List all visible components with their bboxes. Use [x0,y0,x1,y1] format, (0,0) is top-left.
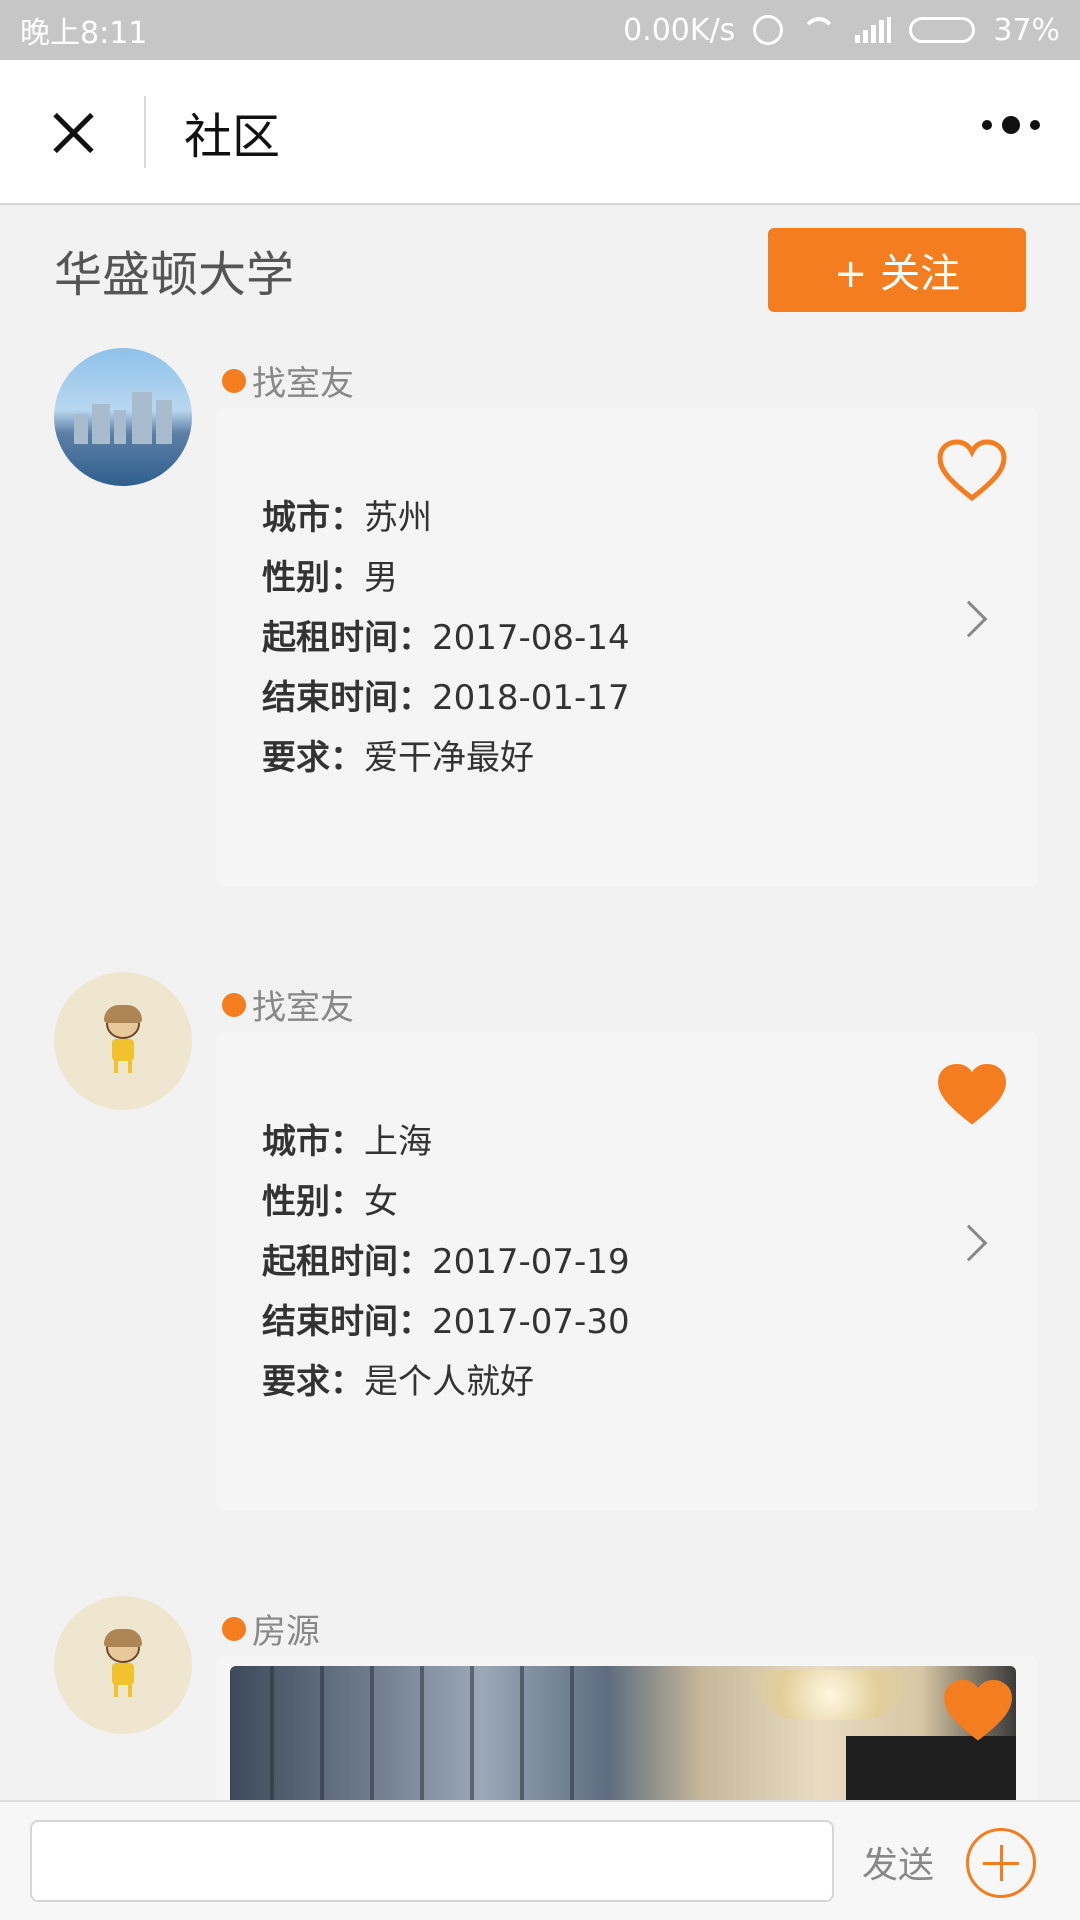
page-title: 社区 [184,108,281,165]
field-value: 爱干净最好 [364,738,534,778]
chevron-right-icon[interactable] [950,1224,988,1262]
tag-dot-icon [222,992,246,1017]
message-input[interactable] [30,1820,834,1902]
field-label: 性别： [262,1182,364,1222]
chandelier-shape [750,1670,910,1720]
post-fields: 城市：苏州 性别：男 起租时间：2017-08-14 结束时间：2018-01-… [262,488,630,788]
cartoon-avatar-icon [100,1005,146,1073]
avatar[interactable] [54,348,192,486]
field-row: 起租时间：2017-07-19 [262,1232,630,1292]
field-row: 起租时间：2017-08-14 [262,608,630,668]
heart-filled-icon[interactable] [942,1678,1014,1742]
post-card[interactable]: 城市：苏州 性别：男 起租时间：2017-08-14 结束时间：2018-01-… [216,408,1038,886]
field-value: 2017-07-19 [432,1242,630,1282]
heart-filled-icon[interactable] [936,1062,1008,1126]
avatar[interactable] [54,1596,192,1734]
post-fields: 城市：上海 性别：女 起租时间：2017-07-19 结束时间：2017-07-… [262,1112,630,1412]
input-bar: 发送 [0,1800,1080,1920]
send-button[interactable]: 发送 [862,1836,934,1888]
chevron-right-icon[interactable] [950,600,988,638]
post-tag-label: 找室友 [252,988,354,1028]
field-label: 城市： [262,498,364,538]
field-row: 城市：上海 [262,1112,630,1172]
post-tag-label: 找室友 [252,364,354,404]
field-value: 女 [364,1182,398,1222]
battery-icon [909,17,976,43]
close-icon[interactable] [38,97,108,167]
field-label: 结束时间： [262,678,432,718]
post-tag: 房源 [222,1604,320,1653]
field-value: 上海 [364,1122,432,1162]
field-row: 结束时间：2017-07-30 [262,1292,630,1352]
wifi-icon [801,17,838,43]
field-value: 2017-07-30 [432,1302,630,1342]
field-value: 2017-08-14 [432,618,630,658]
post-tag: 找室友 [222,356,354,405]
follow-button[interactable]: + 关注 [768,228,1026,312]
field-label: 结束时间： [262,1302,432,1342]
field-value: 是个人就好 [364,1362,534,1402]
field-row: 要求：是个人就好 [262,1352,630,1412]
tag-dot-icon [222,1616,246,1641]
field-label: 性别： [262,558,364,598]
more-dots-icon[interactable] [982,110,1040,140]
field-value: 2018-01-17 [432,678,630,718]
post-card[interactable]: 城市：上海 性别：女 起租时间：2017-07-19 结束时间：2017-07-… [216,1032,1038,1510]
alarm-icon [753,15,784,45]
field-label: 城市： [262,1122,364,1162]
field-row: 城市：苏州 [262,488,630,548]
cartoon-avatar-icon [100,1629,146,1697]
field-row: 要求：爱干净最好 [262,728,630,788]
status-indicators: 0.00K/s 37% [623,13,1060,48]
field-row: 性别：女 [262,1172,630,1232]
field-label: 要求： [262,1362,364,1402]
heart-outline-icon[interactable] [936,438,1008,502]
post-tag: 找室友 [222,980,354,1029]
field-label: 起租时间： [262,618,432,658]
avatar[interactable] [54,972,192,1110]
battery-percent: 37% [993,12,1060,48]
field-label: 起租时间： [262,1242,432,1282]
community-name: 华盛顿大学 [54,247,295,303]
status-time: 晚上8:11 [20,16,148,51]
field-value: 苏州 [364,498,432,538]
field-row: 性别：男 [262,548,630,608]
tag-dot-icon [222,368,246,393]
field-row: 结束时间：2018-01-17 [262,668,630,728]
network-speed: 0.00K/s [623,12,736,48]
nav-divider [144,95,146,168]
signal-icon [855,17,892,43]
field-value: 男 [364,558,398,598]
nav-bar: 社区 [0,60,1080,205]
status-bar: 晚上8:11 0.00K/s 37% [0,0,1080,60]
field-label: 要求： [262,738,364,778]
plus-circle-icon[interactable] [966,1828,1036,1898]
post-tag-label: 房源 [252,1612,320,1652]
